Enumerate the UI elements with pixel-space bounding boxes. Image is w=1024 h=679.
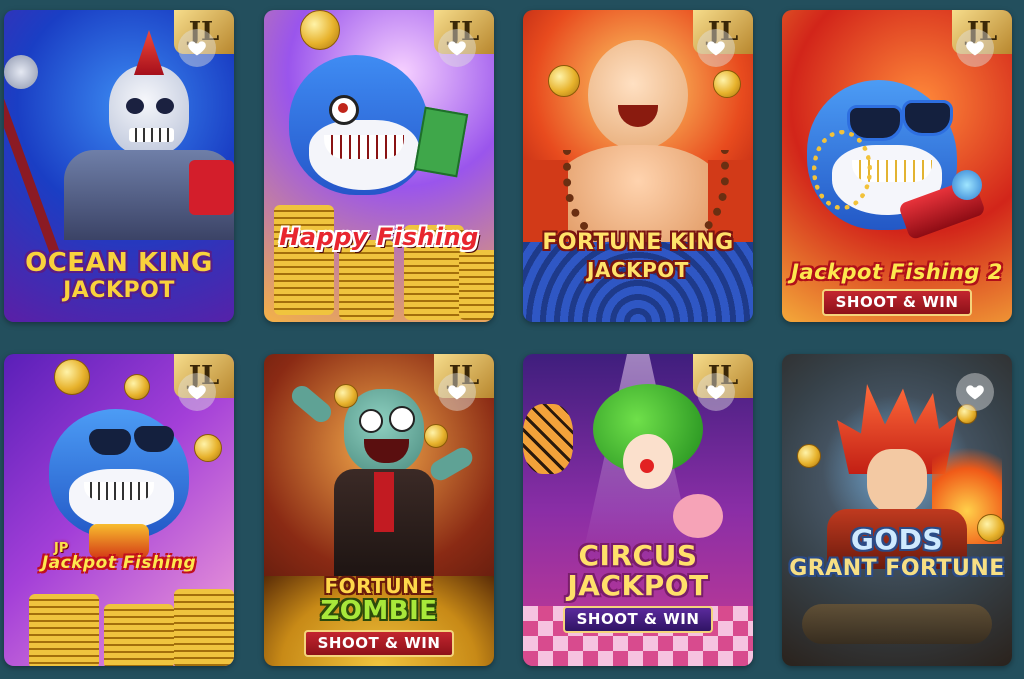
title-line: JACKPOT bbox=[587, 258, 689, 282]
game-title-jackpot-fishing: JP Jackpot Fishing bbox=[4, 542, 234, 572]
game-title-ocean-king: OCEAN KING JACKPOT bbox=[4, 250, 234, 302]
title-line: FORTUNE bbox=[324, 574, 434, 598]
favorite-button[interactable] bbox=[438, 29, 476, 67]
game-card-fortune-king[interactable]: FORTUNE KING JACKPOT JL bbox=[523, 10, 753, 322]
heart-icon bbox=[966, 385, 984, 400]
game-title-circus-jackpot: CIRCUS JACKPOT SHOOT & WIN bbox=[523, 542, 753, 633]
game-grid: OCEAN KING JACKPOT JL Happy Fishing JL F… bbox=[0, 0, 1024, 679]
heart-icon bbox=[707, 385, 725, 400]
game-card-jackpot-fishing[interactable]: JP Jackpot Fishing JL bbox=[4, 354, 234, 666]
favorite-button[interactable] bbox=[178, 29, 216, 67]
title-line: OCEAN KING bbox=[25, 248, 213, 278]
game-title-fortune-king: FORTUNE KING JACKPOT bbox=[523, 230, 753, 282]
game-title-jackpot-fishing-2: Jackpot Fishing 2 SHOOT & WIN bbox=[782, 262, 1012, 316]
heart-icon bbox=[448, 385, 466, 400]
favorite-button[interactable] bbox=[956, 29, 994, 67]
favorite-button[interactable] bbox=[697, 29, 735, 67]
game-title-fortune-zombie: FORTUNE ZOMBIE SHOOT & WIN bbox=[264, 576, 494, 657]
game-card-circus-jackpot[interactable]: CIRCUS JACKPOT SHOOT & WIN JL bbox=[523, 354, 753, 666]
title-line: Jackpot Fishing bbox=[41, 553, 197, 573]
heart-icon bbox=[707, 41, 725, 56]
heart-icon bbox=[188, 41, 206, 56]
shoot-and-win-banner: SHOOT & WIN bbox=[821, 289, 973, 316]
heart-icon bbox=[188, 385, 206, 400]
game-title-happy-fishing: Happy Fishing bbox=[264, 225, 494, 249]
favorite-button[interactable] bbox=[178, 373, 216, 411]
title-line: JACKPOT bbox=[63, 278, 175, 303]
title-line: FORTUNE KING bbox=[542, 230, 734, 255]
game-card-jackpot-fishing-2[interactable]: Jackpot Fishing 2 SHOOT & WIN JL bbox=[782, 10, 1012, 322]
heart-icon bbox=[966, 41, 984, 56]
favorite-button[interactable] bbox=[956, 373, 994, 411]
game-card-happy-fishing[interactable]: Happy Fishing JL bbox=[264, 10, 494, 322]
title-line: GODS bbox=[850, 523, 944, 556]
game-card-fortune-zombie[interactable]: FORTUNE ZOMBIE SHOOT & WIN JL bbox=[264, 354, 494, 666]
game-card-ocean-king[interactable]: OCEAN KING JACKPOT JL bbox=[4, 10, 234, 322]
favorite-button[interactable] bbox=[438, 373, 476, 411]
title-line: JACKPOT bbox=[567, 569, 709, 602]
title-line: Jackpot Fishing 2 bbox=[791, 260, 1003, 284]
favorite-button[interactable] bbox=[697, 373, 735, 411]
title-line: ZOMBIE bbox=[320, 596, 438, 626]
title-line: GRANT FORTUNE bbox=[789, 556, 1005, 581]
heart-icon bbox=[448, 41, 466, 56]
shoot-and-win-banner: SHOOT & WIN bbox=[562, 606, 714, 633]
shoot-and-win-banner: SHOOT & WIN bbox=[303, 630, 455, 657]
game-title-gods-grant-fortune: GODS GRANT FORTUNE bbox=[782, 526, 1012, 580]
title-line: CIRCUS bbox=[578, 539, 698, 572]
game-card-gods-grant-fortune[interactable]: GODS GRANT FORTUNE bbox=[782, 354, 1012, 666]
title-line: Happy Fishing bbox=[279, 223, 479, 251]
